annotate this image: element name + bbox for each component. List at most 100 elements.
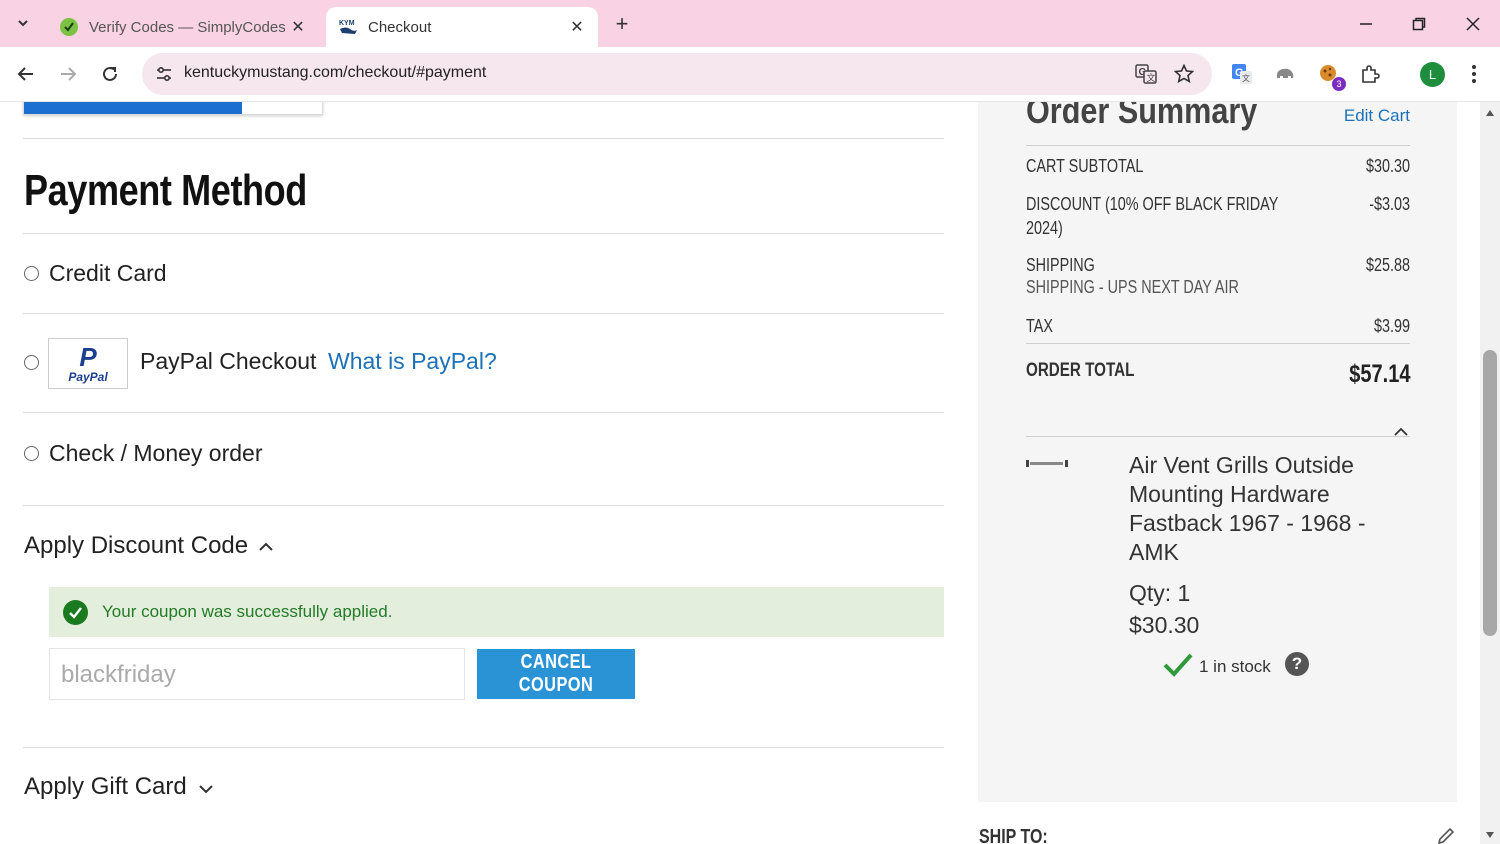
more-vertical-icon (1472, 65, 1476, 83)
edit-cart-link[interactable]: Edit Cart (1344, 106, 1410, 126)
tax-value: $3.99 (1373, 316, 1410, 336)
check-money-order-label[interactable]: Check / Money order (49, 440, 262, 467)
cancel-coupon-label: CANCEL COUPON (518, 651, 594, 696)
scroll-down-arrow[interactable] (1486, 832, 1494, 838)
close-tab-icon[interactable]: ✕ (289, 18, 307, 36)
apply-discount-toggle[interactable]: Apply Discount Code (24, 532, 248, 560)
product-qty: Qty: 1 (1129, 580, 1191, 606)
browser-toolbar: kentuckymustang.com/checkout/#payment G … (0, 47, 1500, 102)
extension-badge: 3 (1332, 77, 1346, 91)
svg-text:文: 文 (1147, 72, 1156, 83)
profile-avatar[interactable]: L (1420, 62, 1445, 87)
shipping-method: SHIPPING - UPS NEXT DAY AIR (1026, 277, 1239, 297)
top-button-primary[interactable] (24, 102, 242, 114)
chevron-down-icon (18, 20, 28, 27)
restore-button[interactable] (1405, 10, 1433, 38)
apply-gift-card-toggle[interactable]: Apply Gift Card (24, 773, 187, 801)
order-summary-panel: Order Summary Edit Cart CART SUBTOTAL $3… (978, 102, 1457, 802)
new-tab-button[interactable]: + (610, 11, 634, 36)
scroll-thumb[interactable] (1483, 350, 1497, 636)
divider (1026, 343, 1410, 344)
help-icon[interactable]: ? (1285, 652, 1309, 676)
tab-search-button[interactable] (10, 10, 36, 36)
paypal-wordmark: PayPal (68, 369, 108, 384)
paypal-p-icon: P (79, 341, 97, 372)
discount-label: DISCOUNT (10% OFF BLACK FRIDAY 2024) (1026, 194, 1279, 238)
tab-title: Checkout (368, 18, 432, 36)
order-total-label: ORDER TOTAL (1026, 360, 1135, 381)
star-icon (1174, 64, 1194, 84)
check-money-order-radio[interactable] (24, 446, 39, 461)
what-is-paypal-link[interactable]: What is PayPal? (328, 348, 497, 375)
divider (23, 412, 944, 413)
divider (23, 313, 944, 314)
elephant-extension[interactable] (1272, 61, 1298, 87)
scroll-up-arrow[interactable] (1486, 110, 1494, 116)
shipping-label: SHIPPING (1026, 255, 1095, 275)
page-scrollbar[interactable] (1480, 102, 1500, 844)
checkout-page: Payment Method Credit Card P PayPal PayP… (0, 102, 1480, 844)
puzzle-icon (1362, 65, 1380, 83)
back-button[interactable] (12, 60, 40, 88)
tab-title: Verify Codes — SimplyCodes (89, 18, 286, 36)
extensions-button[interactable] (1357, 61, 1383, 87)
divider (1026, 436, 1410, 437)
simplycodes-icon (60, 18, 78, 36)
svg-text:KYM: KYM (339, 20, 355, 27)
close-icon (1466, 17, 1480, 31)
address-bar[interactable]: kentuckymustang.com/checkout/#payment G … (142, 53, 1212, 95)
translate-button[interactable]: G 文 (1134, 62, 1158, 86)
arrow-left-icon (17, 67, 33, 81)
browser-menu-button[interactable] (1461, 61, 1487, 87)
tune-icon (157, 66, 171, 82)
bookmark-button[interactable] (1172, 62, 1196, 86)
credit-card-label[interactable]: Credit Card (49, 260, 167, 287)
cookie-extension[interactable]: 3 (1316, 61, 1346, 91)
elephant-icon (1276, 68, 1294, 78)
reload-button[interactable] (96, 60, 124, 88)
coupon-success-message: Your coupon was successfully applied. (49, 587, 944, 637)
success-text: Your coupon was successfully applied. (102, 602, 393, 621)
google-translate-icon: G 文 (1232, 64, 1252, 84)
chevron-up-icon[interactable] (257, 538, 275, 556)
forward-button[interactable] (54, 60, 82, 88)
close-tab-icon[interactable]: ✕ (568, 18, 586, 36)
minimize-icon (1360, 23, 1372, 25)
checkmark-icon (1163, 653, 1193, 677)
tab-simplycodes[interactable]: Verify Codes — SimplyCodes ✕ (47, 7, 319, 47)
close-window-button[interactable] (1459, 10, 1487, 38)
chevron-up-icon[interactable] (1393, 426, 1409, 438)
product-thumbnail[interactable] (1026, 460, 1068, 467)
minimize-button[interactable] (1352, 10, 1380, 38)
cancel-coupon-button[interactable]: CANCEL COUPON (477, 649, 635, 699)
product-price: $30.30 (1129, 612, 1200, 638)
pencil-icon[interactable] (1436, 826, 1456, 844)
divider (23, 233, 944, 234)
order-total-value: $57.14 (1348, 360, 1410, 388)
browser-tab-bar: Verify Codes — SimplyCodes ✕ KYM Checkou… (0, 0, 1500, 47)
cart-subtotal-label: CART SUBTOTAL (1026, 156, 1144, 176)
paypal-logo: P PayPal (48, 338, 128, 389)
restore-icon (1412, 17, 1426, 31)
check-circle-icon (63, 600, 88, 625)
divider (23, 747, 944, 748)
credit-card-radio[interactable] (24, 266, 39, 281)
tab-checkout[interactable]: KYM Checkout ✕ (326, 7, 598, 47)
tax-label: TAX (1026, 316, 1053, 336)
svg-text:文: 文 (1242, 73, 1250, 83)
google-translate-extension[interactable]: G 文 (1229, 61, 1255, 87)
reload-icon (103, 66, 117, 81)
paypal-checkout-label[interactable]: PayPal Checkout (140, 348, 316, 375)
translate-icon: G 文 (1135, 64, 1157, 84)
top-button-partial[interactable] (23, 102, 323, 115)
ship-to-title: SHIP TO: (979, 826, 1048, 844)
site-info-button[interactable] (150, 60, 178, 88)
stock-text: 1 in stock (1199, 657, 1271, 676)
paypal-radio[interactable] (24, 355, 39, 370)
product-name: Air Vent Grills Outside Mounting Hardwar… (1129, 452, 1366, 565)
discount-code-input[interactable]: blackfriday (49, 648, 465, 700)
divider (1026, 145, 1410, 146)
url-text: kentuckymustang.com/checkout/#payment (184, 64, 487, 81)
divider (23, 138, 944, 139)
chevron-down-icon[interactable] (197, 780, 215, 798)
